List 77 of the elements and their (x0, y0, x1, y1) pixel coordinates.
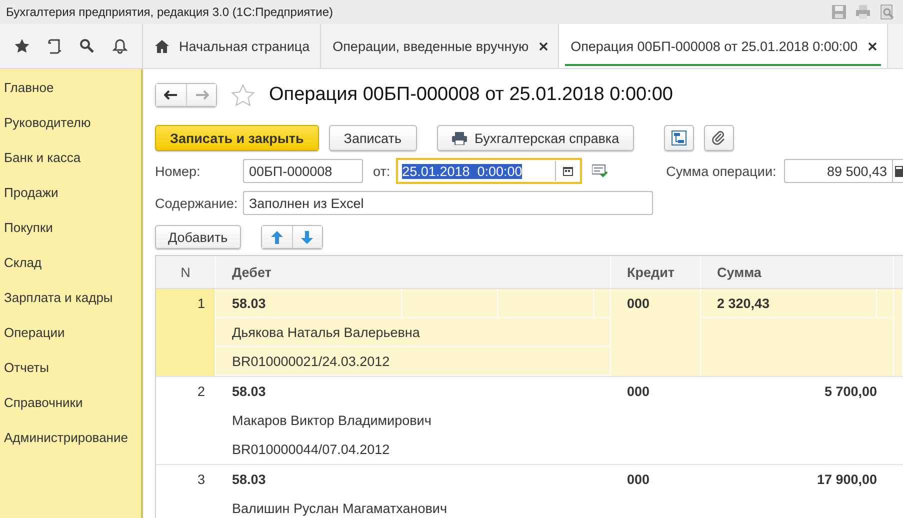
sidebar-item[interactable]: Склад (0, 252, 141, 287)
table-row[interactable]: 1 58.03 Дьякова Наталья Валерьевна BR010000021/24.03.2012 000 2 320,43 (156, 289, 903, 377)
attach-button[interactable] (704, 125, 734, 151)
posted-document-icon[interactable] (592, 164, 608, 178)
move-down-button[interactable] (292, 226, 322, 248)
sidebar-item[interactable]: Покупки (0, 217, 141, 252)
sidebar-item[interactable]: Операции (0, 322, 141, 357)
tab-label: Операция 00БП-000008 от 25.01.2018 0:00:00 (570, 38, 858, 54)
move-up-button[interactable] (262, 226, 292, 248)
table-cell: 3 (197, 472, 205, 487)
right-arrow-icon (194, 90, 208, 100)
home-icon (155, 40, 169, 52)
form-title: Операция 00БП-000008 от 25.01.2018 0:00:00 (269, 84, 673, 106)
date-field[interactable]: 25.01.2018 0:00:00 (396, 158, 582, 184)
tab[interactable]: Начальная страница (143, 24, 321, 68)
column-header[interactable]: Кредит (611, 256, 701, 288)
table-cell: 2 320,43 (701, 289, 877, 317)
calendar-icon[interactable] (563, 166, 574, 176)
close-icon[interactable] (538, 42, 548, 50)
column-header[interactable]: Сумма (701, 256, 894, 288)
star-icon[interactable] (14, 38, 30, 54)
save-and-close-button[interactable]: Записать и закрыть (155, 125, 319, 151)
content-field[interactable]: Заполнен из Excel (243, 191, 653, 215)
up-arrow-icon (270, 230, 283, 244)
table-cell: 000 (627, 472, 650, 487)
column-header[interactable]: N (156, 256, 216, 288)
table-cell: Валишин Руслан Магаматханович (232, 501, 447, 516)
table-cell: BR010000021/24.03.2012 (232, 354, 390, 368)
calculator-icon[interactable] (895, 166, 903, 176)
sidebar-item[interactable]: Руководителю (0, 112, 141, 147)
table-cell: 58.03 (232, 472, 266, 487)
table-cell: 58.03 (216, 289, 402, 317)
sidebar-item[interactable]: Справочники (0, 392, 141, 427)
down-arrow-icon (301, 230, 314, 244)
star-icon[interactable] (231, 84, 255, 106)
table-row[interactable]: 3 58.03 Валишин Руслан Магаматханович 000 17 900,00 (156, 465, 903, 518)
column-header[interactable]: Дебет (216, 256, 611, 288)
history-icon[interactable] (46, 38, 63, 54)
number-field[interactable]: 00БП-000008 (243, 159, 363, 183)
paperclip-icon (712, 131, 726, 145)
structure-button[interactable] (664, 125, 694, 151)
back-button[interactable] (156, 84, 186, 106)
number-label: Номер: (155, 164, 202, 178)
left-arrow-icon (164, 90, 178, 100)
table-cell: 000 (627, 384, 650, 399)
sum-label: Сумма операции: (666, 164, 776, 178)
tab-label: Начальная страница (179, 38, 310, 54)
table-cell: 58.03 (232, 384, 266, 399)
structure-icon (671, 130, 688, 146)
table-cell: 000 (627, 296, 650, 311)
search-icon[interactable] (79, 38, 96, 54)
content-label: Содержание: (155, 196, 239, 210)
sidebar-item[interactable]: Отчеты (0, 357, 141, 392)
sum-field[interactable]: 89 500,43 (784, 159, 903, 183)
sidebar-item[interactable]: Продажи (0, 182, 141, 217)
table-cell: 5 700,00 (824, 384, 877, 399)
table-row[interactable]: 2 58.03 Макаров Виктор Владимирович BR010000044/07.04.2012 000 5 700,00 (156, 377, 903, 465)
table-cell: Дьякова Наталья Валерьевна (232, 324, 420, 340)
add-button[interactable]: Добавить (155, 225, 241, 249)
tab[interactable]: Операция 00БП-000008 от 25.01.2018 0:00:00 (558, 24, 888, 68)
table-cell: 17 900,00 (816, 472, 877, 487)
printer-icon (452, 132, 466, 144)
window-title: Бухгалтерия предприятия, редакция 3.0 (1С:Предприятие) (6, 5, 334, 19)
table-cell: 2 (197, 384, 205, 399)
sidebar-item[interactable]: Администрирование (0, 427, 141, 462)
tab-label: Операции, введенные вручную (332, 38, 529, 54)
table-cell: 1 (197, 296, 205, 311)
table-cell: Макаров Виктор Владимирович (232, 413, 432, 428)
sidebar-item[interactable]: Главное (0, 77, 141, 112)
save-button[interactable]: Записать (328, 125, 416, 151)
close-icon[interactable] (868, 42, 877, 50)
report-button[interactable]: Бухгалтерская справка (436, 125, 634, 151)
bell-icon[interactable] (112, 38, 128, 54)
table-cell: BR010000044/07.04.2012 (232, 442, 390, 457)
sidebar-item[interactable]: Зарплата и кадры (0, 287, 141, 322)
date-label: от: (373, 164, 390, 178)
sidebar-item[interactable]: Банк и касса (0, 147, 141, 182)
